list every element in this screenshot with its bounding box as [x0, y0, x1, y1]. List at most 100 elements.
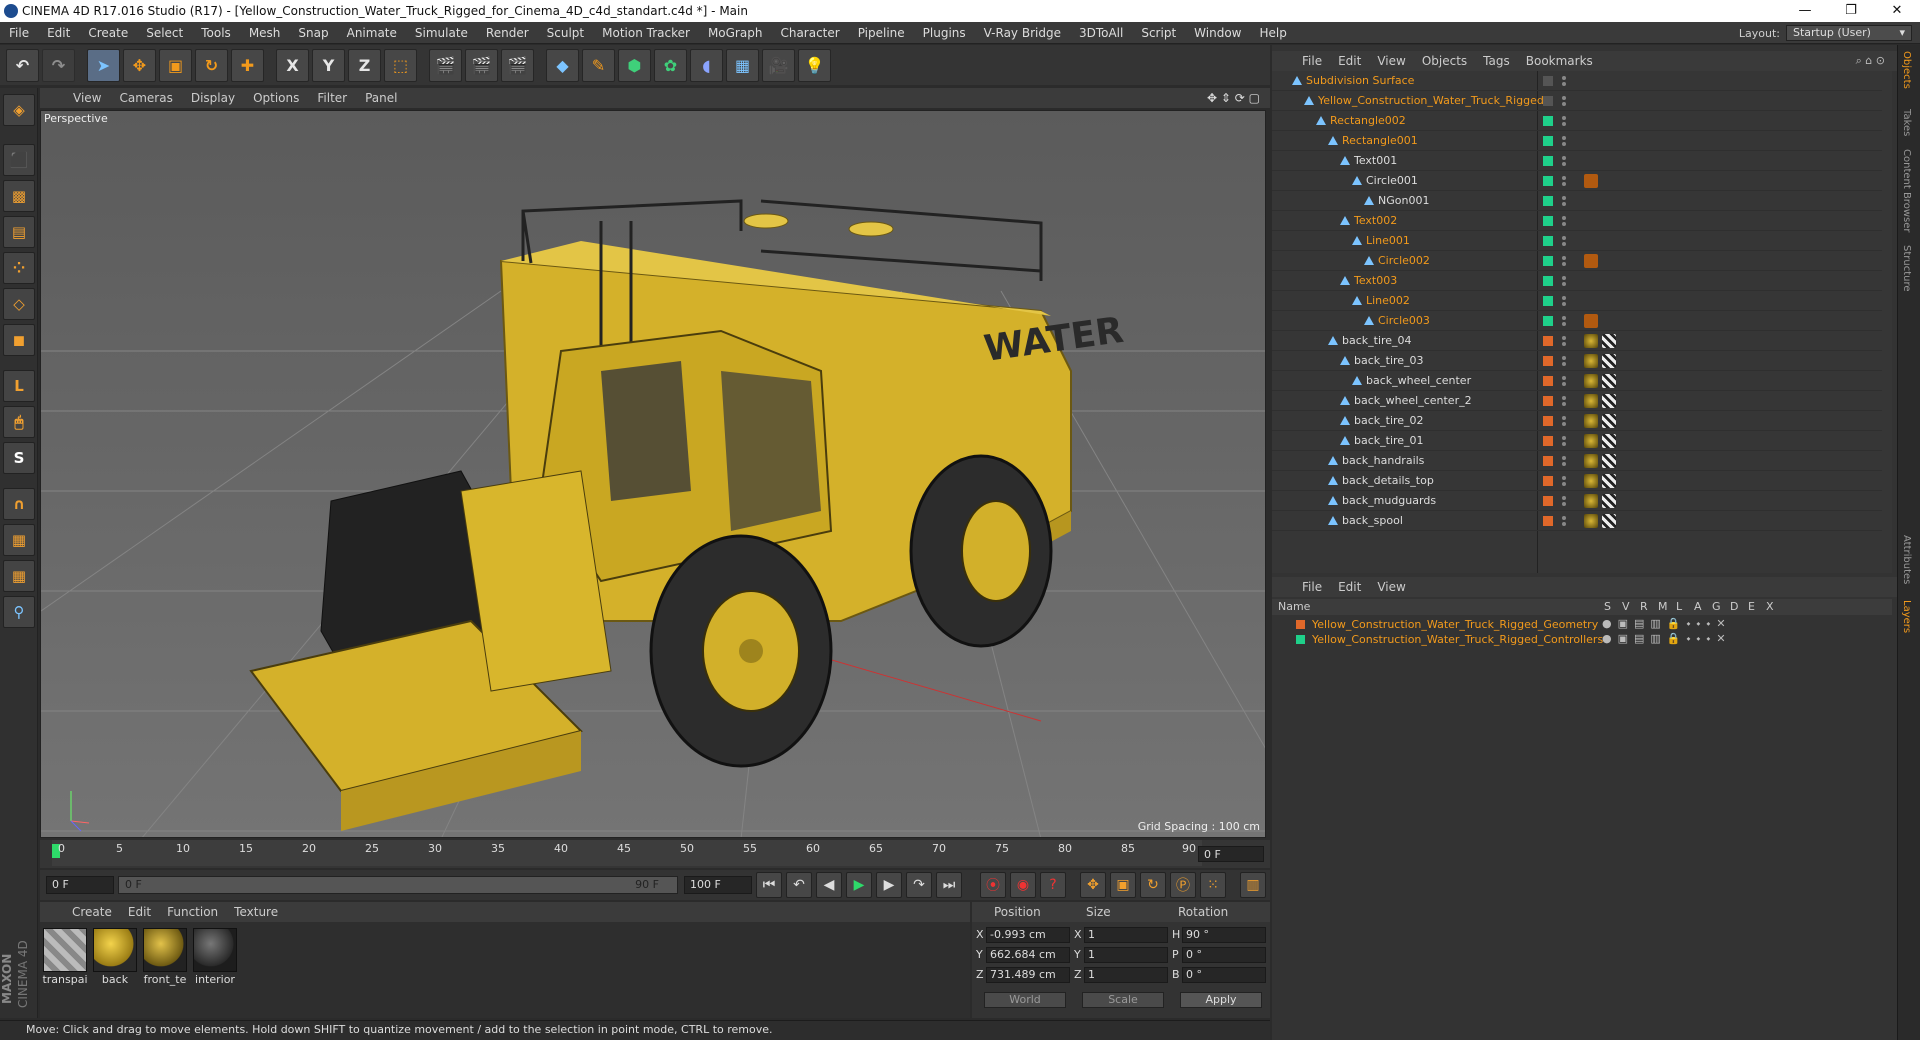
tab-objects[interactable]: Objects	[1901, 51, 1912, 89]
menu-animate[interactable]: Animate	[338, 26, 406, 40]
material-menu-create[interactable]: Create	[64, 905, 120, 919]
object-tag-icon[interactable]	[1584, 274, 1598, 288]
object-row[interactable]: back_spool	[1272, 511, 1882, 531]
perspective-viewport[interactable]: WATER	[40, 110, 1266, 838]
editor-visibility-dot[interactable]	[1562, 296, 1566, 300]
object-name[interactable]: Rectangle002	[1330, 111, 1406, 131]
redo-button[interactable]: ↷	[42, 48, 75, 82]
render-visibility-dot[interactable]	[1562, 222, 1566, 226]
layer-menu-edit[interactable]: Edit	[1330, 580, 1369, 594]
object-tag-icon[interactable]	[1584, 94, 1598, 108]
object-tag-icon[interactable]	[1584, 454, 1598, 468]
object-layer-swatch[interactable]	[1543, 376, 1553, 386]
live-selection-button[interactable]: ➤	[87, 48, 120, 82]
object-row[interactable]: back_tire_03	[1272, 351, 1882, 371]
object-layer-swatch[interactable]	[1543, 356, 1553, 366]
object-name[interactable]: back_tire_03	[1354, 351, 1424, 371]
record-active-objects-button[interactable]: ⦿	[980, 872, 1006, 898]
object-tag-icon[interactable]	[1584, 134, 1598, 148]
coordinate-system-select[interactable]: World	[984, 992, 1066, 1008]
object-name[interactable]: Circle001	[1366, 171, 1418, 191]
scale-key-button[interactable]: ▣	[1110, 872, 1136, 898]
object-row[interactable]: Rectangle001	[1272, 131, 1882, 151]
object-name[interactable]: Text001	[1354, 151, 1397, 171]
deformer-button[interactable]: ◖	[690, 48, 723, 82]
object-tag-icon[interactable]	[1584, 174, 1598, 188]
previous-frame-button[interactable]: ◀	[816, 872, 842, 898]
rotation-key-button[interactable]: ↻	[1140, 872, 1166, 898]
menu-render[interactable]: Render	[477, 26, 538, 40]
play-button[interactable]: ▶	[846, 872, 872, 898]
x-axis-lock-button[interactable]: X	[276, 48, 309, 82]
object-row[interactable]: Circle002	[1272, 251, 1882, 271]
viewport-menu-cameras[interactable]: Cameras	[110, 91, 181, 105]
object-name[interactable]: Yellow_Construction_Water_Truck_Rigged	[1318, 91, 1544, 111]
object-tag-icon[interactable]	[1584, 354, 1598, 368]
viewport-menu-options[interactable]: Options	[244, 91, 308, 105]
cube-primitive-button[interactable]: ◆	[546, 48, 579, 82]
tab-layers[interactable]: Layers	[1901, 600, 1912, 633]
recent-tool-button[interactable]: ✚	[231, 48, 264, 82]
editor-visibility-dot[interactable]	[1562, 416, 1566, 420]
menu-simulate[interactable]: Simulate	[406, 26, 477, 40]
menu-sculpt[interactable]: Sculpt	[538, 26, 593, 40]
object-row[interactable]: Line001	[1272, 231, 1882, 251]
minimize-button[interactable]: —	[1782, 0, 1828, 22]
menu-mesh[interactable]: Mesh	[240, 26, 290, 40]
magnet-button[interactable]: ∩	[3, 488, 35, 520]
object-row[interactable]: Text003	[1272, 271, 1882, 291]
rotate-tool-button[interactable]: ↻	[195, 48, 228, 82]
editor-visibility-dot[interactable]	[1562, 496, 1566, 500]
render-visibility-dot[interactable]	[1562, 122, 1566, 126]
object-tag-icon[interactable]	[1584, 374, 1598, 388]
texture-tag-icon[interactable]	[1602, 414, 1616, 428]
point-level-key-button[interactable]: ⁙	[1200, 872, 1226, 898]
menu-pipeline[interactable]: Pipeline	[849, 26, 914, 40]
object-layer-swatch[interactable]	[1543, 416, 1553, 426]
object-row[interactable]: Text002	[1272, 211, 1882, 231]
object-row[interactable]: back_details_top	[1272, 471, 1882, 491]
object-tag-icon[interactable]	[1584, 474, 1598, 488]
object-name[interactable]: back_tire_01	[1354, 431, 1424, 451]
object-row[interactable]: back_tire_01	[1272, 431, 1882, 451]
render-visibility-dot[interactable]	[1562, 322, 1566, 326]
viewport-menu-panel[interactable]: Panel	[356, 91, 406, 105]
object-layer-swatch[interactable]	[1543, 456, 1553, 466]
layer-flag-icons[interactable]: ●▣▤▥🔒⬩⬩⬩✕	[1602, 617, 1732, 631]
render-visibility-dot[interactable]	[1562, 282, 1566, 286]
object-tag-icon[interactable]	[1584, 434, 1598, 448]
layer-color-swatch[interactable]	[1296, 620, 1305, 629]
position-x-input[interactable]: -0.993 cm	[986, 927, 1070, 943]
object-name[interactable]: Rectangle001	[1342, 131, 1418, 151]
tab-attributes[interactable]: Attributes	[1901, 535, 1912, 584]
make-editable-button[interactable]: ◈	[3, 94, 35, 126]
object-name[interactable]: back_wheel_center_2	[1354, 391, 1472, 411]
python-button[interactable]: ⚲	[3, 596, 35, 628]
menu-edit[interactable]: Edit	[38, 26, 79, 40]
render-view-button[interactable]: 🎬	[429, 48, 462, 82]
menu-vray-bridge[interactable]: V-Ray Bridge	[975, 26, 1070, 40]
render-visibility-dot[interactable]	[1562, 402, 1566, 406]
editor-visibility-dot[interactable]	[1562, 396, 1566, 400]
texture-tag-icon[interactable]	[1602, 394, 1616, 408]
object-menu-view[interactable]: View	[1369, 54, 1413, 68]
position-z-input[interactable]: 731.489 cm	[986, 967, 1070, 983]
object-tag-icon[interactable]	[1584, 294, 1598, 308]
object-tree[interactable]: Subdivision Surface Yellow_Construction_W…	[1272, 71, 1892, 573]
menu-tools[interactable]: Tools	[192, 26, 240, 40]
current-frame-input[interactable]: 0 F	[46, 876, 114, 894]
editor-visibility-dot[interactable]	[1562, 276, 1566, 280]
timeline-ruler[interactable]: 0 5 10 15 20 25 30 35 40 45 50 55 60 65 …	[52, 840, 1202, 866]
render-visibility-dot[interactable]	[1562, 482, 1566, 486]
render-visibility-dot[interactable]	[1562, 302, 1566, 306]
rotation-h-input[interactable]: 90 °	[1182, 927, 1266, 943]
size-z-input[interactable]: 1	[1084, 967, 1168, 983]
object-name[interactable]: Circle003	[1378, 311, 1430, 331]
object-tag-icon[interactable]	[1584, 494, 1598, 508]
points-mode-button[interactable]: ⁘	[3, 252, 35, 284]
workplane-mode-button[interactable]: ▤	[3, 216, 35, 248]
menu-snap[interactable]: Snap	[289, 26, 337, 40]
next-frame-button[interactable]: ▶	[876, 872, 902, 898]
object-name[interactable]: back_tire_02	[1354, 411, 1424, 431]
cloner-button[interactable]: ✿	[654, 48, 687, 82]
